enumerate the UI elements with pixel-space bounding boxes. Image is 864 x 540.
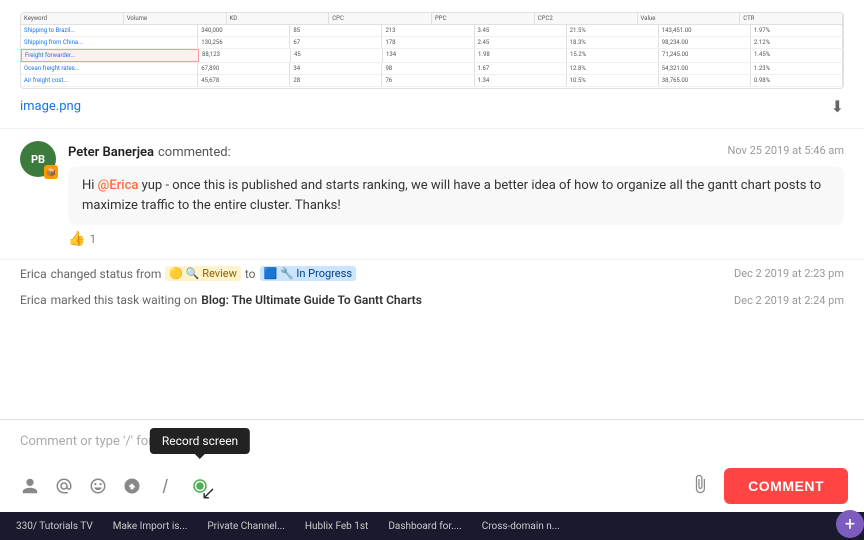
- from-status-badge: 🟡 🔍 Review: [165, 266, 241, 281]
- spreadsheet-preview: KeywordVolumeKDCPCPPCCPC2ValueCTR Shippi…: [21, 13, 843, 88]
- attach-icon[interactable]: [690, 474, 710, 499]
- status-time-1: Dec 2 2019 at 2:23 pm: [734, 267, 844, 280]
- to-status-badge: 🟦 🔧 In Progress: [260, 266, 356, 281]
- image-preview: KeywordVolumeKDCPCPPCCPC2ValueCTR Shippi…: [20, 12, 844, 89]
- comment-header: Peter Banerjea commented: Nov 25 2019 at…: [68, 141, 844, 160]
- comment-content: Peter Banerjea commented: Nov 25 2019 at…: [68, 141, 844, 247]
- actor-2: Erica: [20, 293, 47, 307]
- emoji-icon[interactable]: [84, 472, 112, 500]
- comment-timestamp: Nov 25 2019 at 5:46 am: [727, 144, 844, 157]
- comment-input-wrapper[interactable]: Comment or type '/' for commands: [0, 420, 864, 464]
- comment-body: yup - once this is published and starts …: [82, 178, 821, 213]
- main-container: KeywordVolumeKDCPCPPCCPC2ValueCTR Shippi…: [0, 0, 864, 540]
- download-icon[interactable]: ⬇: [831, 97, 844, 116]
- emoji2-icon[interactable]: [118, 472, 146, 500]
- task-link[interactable]: Blog: The Ultimate Guide To Gantt Charts: [201, 293, 422, 307]
- image-filename-text[interactable]: image.png: [20, 99, 81, 114]
- status-change-2: Erica marked this task waiting on Blog: …: [0, 287, 864, 313]
- status-change-1-text: Erica changed status from 🟡 🔍 Review to …: [20, 266, 356, 281]
- like-count: 1: [89, 232, 96, 246]
- avatar-badge: 📦: [44, 165, 58, 179]
- record-screen-button[interactable]: Record screen ↙: [186, 472, 214, 500]
- actor-1: Erica: [20, 267, 47, 281]
- taskbar-item-1[interactable]: Make Import is...: [105, 519, 196, 534]
- record-screen-tooltip: Record screen: [150, 428, 250, 454]
- taskbar-item-5[interactable]: Cross-domain n...: [474, 519, 568, 534]
- taskbar-item-2[interactable]: Private Channel...: [199, 519, 293, 534]
- like-section: 👍 1: [68, 231, 844, 247]
- person-icon[interactable]: [16, 472, 44, 500]
- commenter-name: Peter Banerjea: [68, 145, 154, 160]
- slash-icon[interactable]: [152, 472, 180, 500]
- comment-section: PB 📦 Peter Banerjea commented: Nov 25 20…: [0, 129, 864, 260]
- at-icon[interactable]: [50, 472, 78, 500]
- commented-text: commented:: [158, 145, 231, 160]
- status-change-1: Erica changed status from 🟡 🔍 Review to …: [0, 260, 864, 287]
- avatar: PB 📦: [20, 141, 56, 177]
- comment-bubble: Hi @Erica yup - once this is published a…: [68, 166, 844, 225]
- floating-plus-button[interactable]: +: [836, 510, 864, 538]
- taskbar-item-4[interactable]: Dashboard for....: [380, 519, 469, 534]
- comment-input-area: Comment or type '/' for commands: [0, 419, 864, 512]
- image-filename-row: image.png ⬇: [20, 97, 844, 116]
- status-time-2: Dec 2 2019 at 2:24 pm: [734, 294, 844, 307]
- bottom-taskbar: 330/ Tutorials TV Make Import is... Priv…: [0, 512, 864, 540]
- like-button[interactable]: 👍: [68, 231, 85, 247]
- avatar-initials: PB: [31, 153, 45, 166]
- mention-erica[interactable]: @Erica: [98, 178, 139, 193]
- comment-meta: Peter Banerjea commented:: [68, 141, 231, 160]
- comment-button[interactable]: COMMENT: [724, 468, 848, 504]
- image-section: KeywordVolumeKDCPCPPCCPC2ValueCTR Shippi…: [0, 0, 864, 129]
- taskbar-item-3[interactable]: Hublix Feb 1st: [297, 519, 376, 534]
- status-change-2-text: Erica marked this task waiting on Blog: …: [20, 293, 422, 307]
- comment-placeholder: Comment or type '/' for commands: [20, 430, 844, 453]
- comment-toolbar: Record screen ↙ COMMENT: [0, 464, 864, 512]
- taskbar-item-0[interactable]: 330/ Tutorials TV: [8, 519, 101, 534]
